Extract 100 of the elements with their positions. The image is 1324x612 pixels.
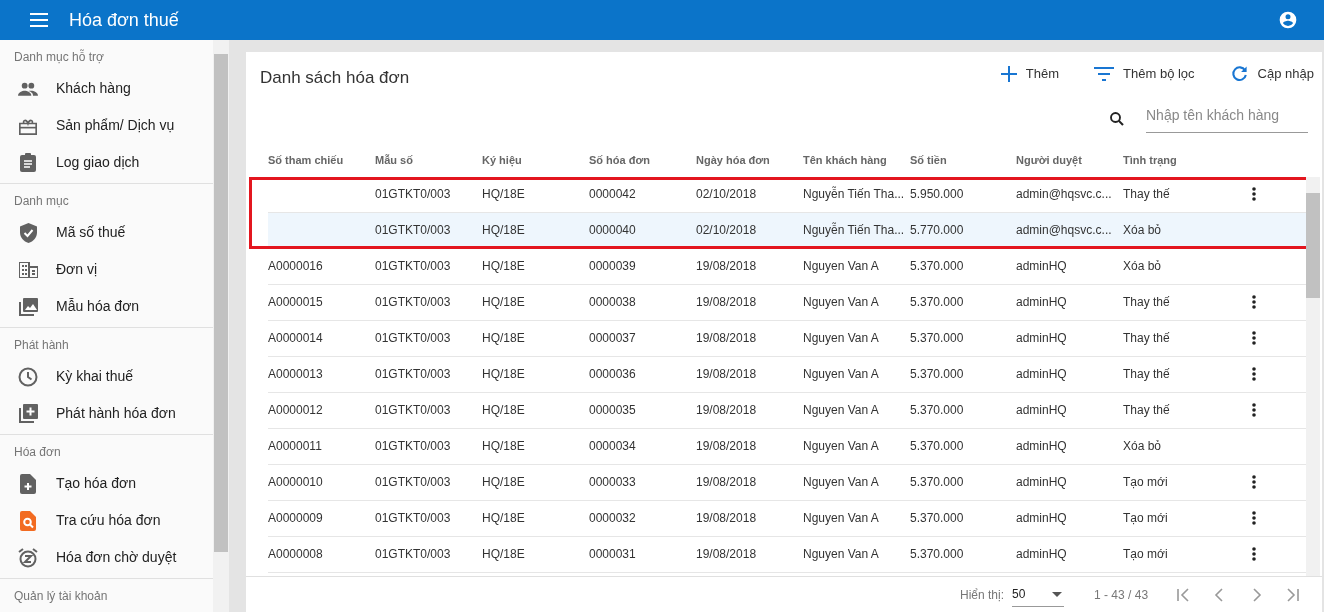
more-vert-icon[interactable] [1251,331,1256,345]
table-cell-text: 19/08/2018 [696,366,758,383]
table-cell-text: 0000037 [589,330,637,347]
table-cell-text: Xóa bỏ [1123,258,1163,275]
section-heading: Danh mục hỗ trợ [13,48,105,66]
table-cell-text: 01GTKT0/003 [375,366,452,383]
section-heading: Danh mục [13,193,70,210]
table-cell-text: HQ/18E [482,294,526,311]
column-header[interactable]: Số tham chiếu [268,152,375,169]
shield-icon [19,222,37,243]
table-cell-text: HQ/18E [482,366,526,383]
table-cell-text: 01GTKT0/003 [375,258,452,275]
toolbar-button[interactable]: Thêm bộ lọc [1094,64,1195,84]
section-heading: Hóa đơn [13,444,62,461]
column-header[interactable]: Số tiền [910,152,1016,169]
sidebar-item[interactable]: Hóa đơn chờ duyệt [0,539,213,576]
sidebar-item[interactable]: Mẫu hóa đơn [0,288,213,325]
sidebar-item[interactable]: Log giao dịch [0,144,213,181]
table-cell-text: 5.370.000 [910,330,965,347]
more-vert-icon[interactable] [1251,475,1256,489]
column-header[interactable]: Số hóa đơn [589,152,696,169]
table-cell-text: HQ/18E [482,510,526,527]
table-cell-text: Nguyen Van A [803,402,880,419]
table-cell-text: HQ/18E [482,546,526,563]
toolbar-button[interactable]: Cập nhập [1229,64,1314,84]
table-cell-text: 0000031 [589,546,637,563]
sidebar-item[interactable]: Tạo hóa đơn [0,465,213,502]
page-size-select[interactable]: 50 [1012,582,1065,607]
table-cell-text: HQ/18E [482,330,526,347]
more-vert-icon[interactable] [1251,547,1256,561]
caret-icon [1052,591,1063,597]
more-vert-icon[interactable] [1251,403,1256,417]
column-header[interactable]: Ký hiệu [482,152,589,169]
table-cell-text: HQ/18E [482,438,526,455]
table-cell-text: 01GTKT0/003 [375,330,452,347]
table-cell-text: HQ/18E [482,186,526,203]
file-plus-icon [20,473,36,494]
table-cell-text: HQ/18E [482,474,526,491]
page-size-label: Hiển thị: [960,586,1005,604]
table-cell-text: A0000008 [268,546,324,563]
column-header[interactable]: Tên khách hàng [803,152,910,169]
table-cell-text: Nguyen Van A [803,510,880,527]
sidebar-item[interactable]: Khách hàng [0,70,213,107]
sidebar-item[interactable]: Phát hành hóa đơn [0,395,213,432]
table-cell-text: adminHQ [1016,366,1068,383]
account-icon[interactable] [1278,10,1298,30]
table-cell-text: Thay thế [1123,186,1171,203]
last-page-icon[interactable] [1284,586,1301,603]
table-cell-text: A0000015 [268,294,324,311]
sidebar-item[interactable]: Mã số thuế [0,214,213,251]
column-header[interactable]: Tình trạng [1123,152,1241,169]
table-cell-text: HQ/18E [482,222,526,239]
table-cell-text: Nguyen Van A [803,366,880,383]
column-header[interactable]: Ngày hóa đơn [696,152,803,169]
section-heading: Quản lý tài khoản [13,588,109,605]
card-title: Danh sách hóa đơn [260,67,410,89]
table-cell-text: 19/08/2018 [696,546,758,563]
table-cell-text: 0000038 [589,294,637,311]
table-cell-text: 5.370.000 [910,510,965,527]
alarm-clock-icon [18,547,38,568]
table-cell-text: Tạo mới [1123,510,1169,527]
plus-icon [1000,65,1017,82]
more-vert-icon[interactable] [1251,511,1256,525]
table-cell-text: adminHQ [1016,546,1068,563]
column-header[interactable]: Mẫu số [375,152,482,169]
table-cell-text: Nguyen Van A [803,474,880,491]
table-cell-text: HQ/18E [482,258,526,275]
table-cell-text: A0000011 [268,438,323,455]
menu-icon[interactable] [30,13,48,27]
table-cell-text: Xóa bỏ [1123,438,1163,455]
table-cell-text: Nguyễn Tiến Tha... [803,221,906,239]
sidebar-item[interactable]: Đơn vị [0,251,213,288]
toolbar-button[interactable]: Thêm [1000,64,1060,84]
clipboard-icon [20,153,36,172]
table-scrollbar[interactable] [1306,176,1320,576]
search-field[interactable]: Nhập tên khách hàng [1146,104,1308,133]
sidebar-item[interactable]: Tra cứu hóa đơn [0,502,213,539]
more-vert-icon[interactable] [1251,187,1256,201]
sidebar-scrollbar[interactable] [213,40,229,612]
table-cell-text: 0000035 [589,402,637,419]
table-cell-text: adminHQ [1016,402,1068,419]
more-vert-icon[interactable] [1251,295,1256,309]
add-box-icon [18,404,38,423]
table-cell-text: 01GTKT0/003 [375,510,452,527]
table-cell-text: 19/08/2018 [696,402,758,419]
table-cell-text: A0000014 [268,330,324,347]
column-header[interactable]: Người duyệt [1016,152,1123,169]
table-cell-text: A0000013 [268,366,324,383]
table-cell-text: 5.770.000 [910,222,965,239]
table-cell-text: admin@hqsvc.c... [1016,222,1113,239]
table-cell-text: 19/08/2018 [696,258,758,275]
table-cell-text: 5.370.000 [910,438,965,455]
table-cell-text: 01GTKT0/003 [375,546,452,563]
refresh-icon [1229,64,1249,84]
sidebar-item[interactable]: Sản phẩm/ Dịch vụ [0,107,213,144]
search-icon[interactable] [1108,109,1126,128]
sidebar-item[interactable]: Kỳ khai thuế [0,358,213,395]
more-vert-icon[interactable] [1251,367,1256,381]
image-icon [18,297,38,316]
table-cell-text: Thay thế [1123,402,1171,419]
